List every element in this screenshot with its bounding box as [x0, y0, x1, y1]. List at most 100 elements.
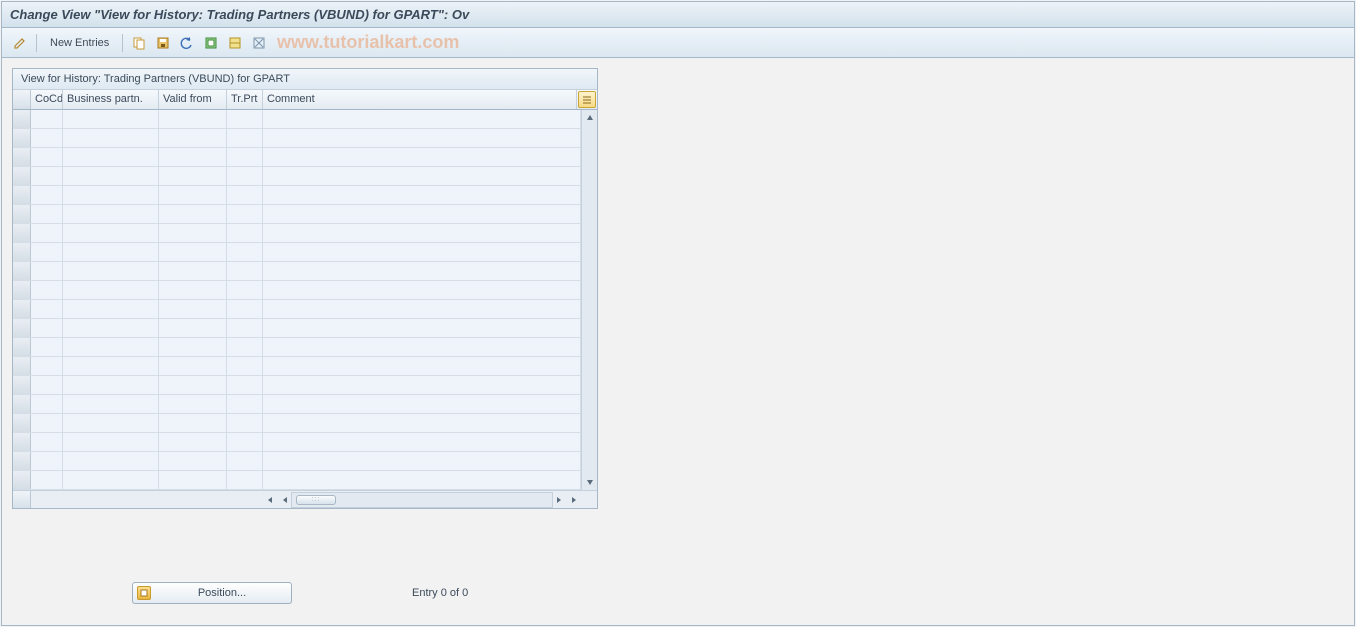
table-row[interactable]: [13, 129, 581, 148]
cell-valid-from[interactable]: [159, 205, 227, 223]
row-selector[interactable]: [13, 129, 31, 147]
cell-valid-from[interactable]: [159, 376, 227, 394]
cell-cocd[interactable]: [31, 452, 63, 470]
row-selector[interactable]: [13, 224, 31, 242]
table-row[interactable]: [13, 224, 581, 243]
row-selector-header[interactable]: [13, 90, 31, 109]
cell-cocd[interactable]: [31, 414, 63, 432]
cell-comment[interactable]: [263, 129, 581, 147]
cell-valid-from[interactable]: [159, 452, 227, 470]
cell-comment[interactable]: [263, 262, 581, 280]
cell-valid-from[interactable]: [159, 357, 227, 375]
cell-business-partner[interactable]: [63, 300, 159, 318]
table-row[interactable]: [13, 281, 581, 300]
row-selector[interactable]: [13, 319, 31, 337]
cell-comment[interactable]: [263, 243, 581, 261]
cell-business-partner[interactable]: [63, 167, 159, 185]
cell-trprt[interactable]: [227, 452, 263, 470]
cell-comment[interactable]: [263, 452, 581, 470]
cell-cocd[interactable]: [31, 338, 63, 356]
table-row[interactable]: [13, 414, 581, 433]
cell-valid-from[interactable]: [159, 224, 227, 242]
table-row[interactable]: [13, 471, 581, 490]
cell-trprt[interactable]: [227, 414, 263, 432]
cell-cocd[interactable]: [31, 319, 63, 337]
cell-valid-from[interactable]: [159, 148, 227, 166]
cell-valid-from[interactable]: [159, 300, 227, 318]
cell-valid-from[interactable]: [159, 262, 227, 280]
row-selector[interactable]: [13, 243, 31, 261]
cell-comment[interactable]: [263, 148, 581, 166]
scroll-down-icon[interactable]: [583, 475, 597, 489]
row-selector[interactable]: [13, 186, 31, 204]
cell-valid-from[interactable]: [159, 186, 227, 204]
table-row[interactable]: [13, 205, 581, 224]
row-selector[interactable]: [13, 205, 31, 223]
cell-comment[interactable]: [263, 205, 581, 223]
cell-trprt[interactable]: [227, 110, 263, 128]
table-settings-button[interactable]: [578, 91, 596, 108]
cell-trprt[interactable]: [227, 148, 263, 166]
cell-cocd[interactable]: [31, 262, 63, 280]
horizontal-scrollbar[interactable]: :::: [291, 492, 553, 508]
cell-cocd[interactable]: [31, 376, 63, 394]
row-selector[interactable]: [13, 433, 31, 451]
cell-trprt[interactable]: [227, 129, 263, 147]
cell-valid-from[interactable]: [159, 243, 227, 261]
cell-valid-from[interactable]: [159, 129, 227, 147]
cell-comment[interactable]: [263, 300, 581, 318]
cell-valid-from[interactable]: [159, 414, 227, 432]
cell-trprt[interactable]: [227, 300, 263, 318]
cell-cocd[interactable]: [31, 395, 63, 413]
cell-cocd[interactable]: [31, 281, 63, 299]
cell-business-partner[interactable]: [63, 243, 159, 261]
table-row[interactable]: [13, 300, 581, 319]
column-header-trprt[interactable]: Tr.Prt: [227, 90, 263, 109]
cell-trprt[interactable]: [227, 338, 263, 356]
cell-valid-from[interactable]: [159, 319, 227, 337]
cell-comment[interactable]: [263, 186, 581, 204]
cell-comment[interactable]: [263, 433, 581, 451]
cell-cocd[interactable]: [31, 357, 63, 375]
cell-valid-from[interactable]: [159, 167, 227, 185]
cell-comment[interactable]: [263, 471, 581, 489]
table-row[interactable]: [13, 357, 581, 376]
table-row[interactable]: [13, 452, 581, 471]
table-row[interactable]: [13, 319, 581, 338]
cell-business-partner[interactable]: [63, 471, 159, 489]
cell-cocd[interactable]: [31, 186, 63, 204]
cell-comment[interactable]: [263, 395, 581, 413]
save-button[interactable]: [153, 33, 173, 53]
scrollbar-thumb[interactable]: :::: [296, 495, 336, 505]
cell-valid-from[interactable]: [159, 471, 227, 489]
table-row[interactable]: [13, 262, 581, 281]
row-selector[interactable]: [13, 414, 31, 432]
table-row[interactable]: [13, 110, 581, 129]
cell-business-partner[interactable]: [63, 224, 159, 242]
cell-business-partner[interactable]: [63, 262, 159, 280]
row-selector[interactable]: [13, 281, 31, 299]
cell-comment[interactable]: [263, 110, 581, 128]
row-selector[interactable]: [13, 148, 31, 166]
column-header-comment[interactable]: Comment: [263, 90, 577, 109]
table-row[interactable]: [13, 376, 581, 395]
cell-cocd[interactable]: [31, 148, 63, 166]
cell-cocd[interactable]: [31, 129, 63, 147]
row-selector[interactable]: [13, 167, 31, 185]
cell-comment[interactable]: [263, 167, 581, 185]
select-all-button[interactable]: [201, 33, 221, 53]
cell-business-partner[interactable]: [63, 186, 159, 204]
column-header-cocd[interactable]: CoCd: [31, 90, 63, 109]
cell-cocd[interactable]: [31, 224, 63, 242]
cell-comment[interactable]: [263, 414, 581, 432]
cell-cocd[interactable]: [31, 300, 63, 318]
scroll-up-icon[interactable]: [583, 111, 597, 125]
cell-valid-from[interactable]: [159, 338, 227, 356]
table-row[interactable]: [13, 433, 581, 452]
cell-cocd[interactable]: [31, 110, 63, 128]
row-selector[interactable]: [13, 452, 31, 470]
cell-business-partner[interactable]: [63, 452, 159, 470]
row-selector[interactable]: [13, 395, 31, 413]
cell-business-partner[interactable]: [63, 110, 159, 128]
cell-business-partner[interactable]: [63, 205, 159, 223]
